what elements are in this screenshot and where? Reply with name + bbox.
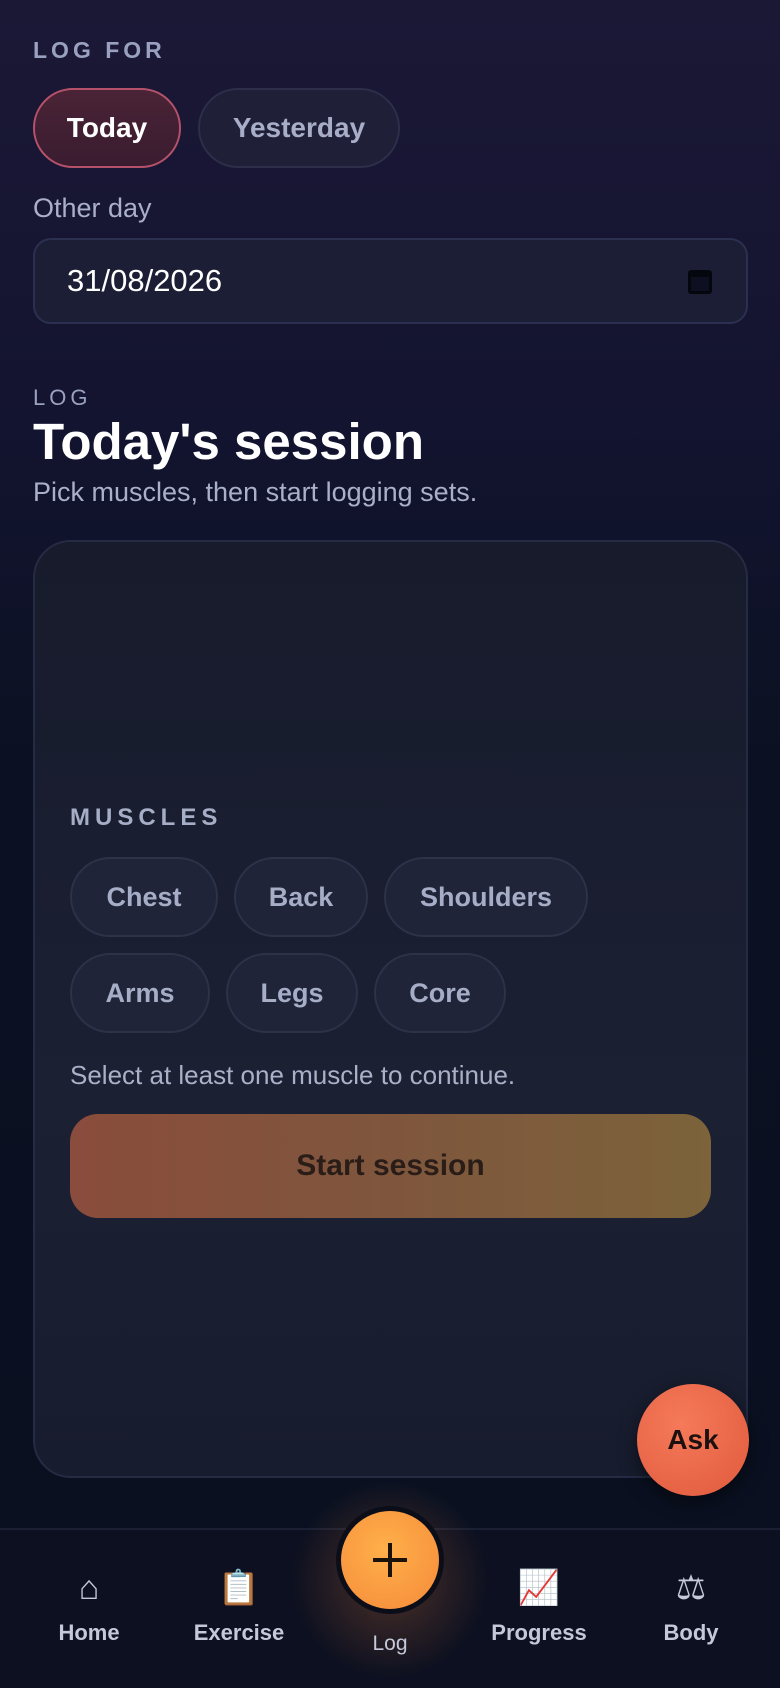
selection-hint: Select at least one muscle to continue.	[70, 1060, 516, 1090]
log-for-label: LOG FOR	[33, 37, 166, 63]
muscle-chip-label: Shoulders	[419, 881, 553, 912]
today-button[interactable]: Today	[33, 88, 181, 168]
today-button-label: Today	[66, 112, 148, 143]
muscle-chip-label: Back	[268, 881, 334, 912]
nav-item-label: Progress	[491, 1620, 587, 1645]
muscle-chip-label: Chest	[106, 881, 182, 912]
muscle-chip-label: Arms	[105, 977, 175, 1008]
muscles-label: MUSCLES	[70, 804, 223, 831]
nav-item-home[interactable]: ⌂ Home	[24, 1566, 154, 1646]
muscle-chip-shoulders[interactable]: Shoulders	[384, 857, 588, 937]
yesterday-button-label: Yesterday	[232, 112, 366, 143]
scale-icon: ⚖	[675, 1569, 707, 1607]
other-day-label: Other day	[33, 193, 152, 223]
page-subtitle: Pick muscles, then start logging sets.	[33, 477, 478, 507]
muscle-chip-legs[interactable]: Legs	[226, 953, 358, 1033]
plus-icon	[373, 1543, 407, 1577]
nav-item-exercise[interactable]: 📋 Exercise	[174, 1566, 304, 1646]
muscle-chip-label: Legs	[260, 977, 324, 1008]
calendar-icon[interactable]	[688, 270, 712, 294]
chart-icon: 📈	[517, 1569, 561, 1607]
muscle-chip-back[interactable]: Back	[234, 857, 368, 937]
page-eyebrow: LOG	[33, 385, 92, 410]
muscle-chip-arms[interactable]: Arms	[70, 953, 210, 1033]
muscle-chip-label: Core	[409, 977, 471, 1008]
muscle-chip-core[interactable]: Core	[374, 953, 506, 1033]
nav-item-label: Body	[663, 1620, 719, 1645]
date-value: 31/08/2026	[67, 263, 223, 298]
nav-item-log-label: Log	[372, 1632, 408, 1655]
yesterday-button[interactable]: Yesterday	[198, 88, 400, 168]
nav-item-body[interactable]: ⚖ Body	[626, 1566, 756, 1646]
start-session-button[interactable]: Start session	[70, 1114, 711, 1218]
page-title: Today's session	[33, 413, 424, 470]
clipboard-icon: 📋	[217, 1569, 261, 1607]
start-session-label: Start session	[296, 1149, 485, 1182]
ask-button-label: Ask	[667, 1424, 719, 1455]
nav-item-label: Exercise	[193, 1620, 285, 1645]
nav-item-label: Home	[58, 1620, 120, 1645]
home-icon: ⌂	[78, 1569, 100, 1607]
ask-button[interactable]: Ask	[637, 1384, 749, 1496]
nav-item-log-button[interactable]	[336, 1506, 444, 1614]
nav-item-progress[interactable]: 📈 Progress	[474, 1566, 604, 1646]
muscle-chip-chest[interactable]: Chest	[70, 857, 218, 937]
date-input[interactable]: 31/08/2026	[33, 238, 748, 324]
